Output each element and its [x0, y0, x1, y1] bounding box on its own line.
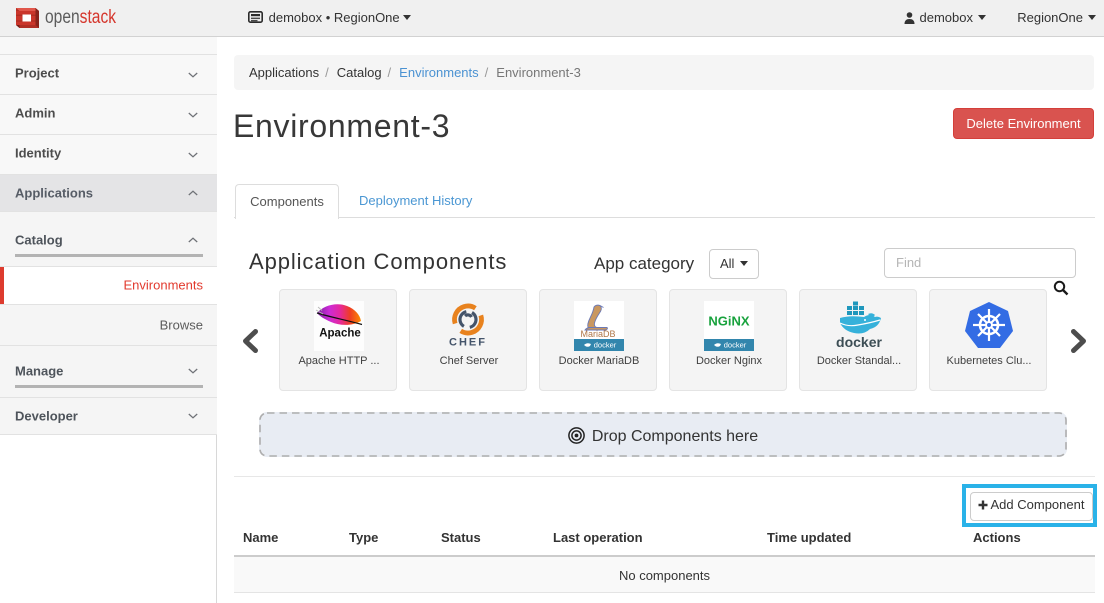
- svg-text:Apache: Apache: [319, 328, 361, 340]
- svg-text:CHEF: CHEF: [449, 337, 487, 349]
- svg-text:NGiNX: NGiNX: [708, 314, 750, 329]
- svg-text:docker: docker: [836, 334, 882, 350]
- svg-text:docker: docker: [724, 341, 747, 350]
- svg-text:MariaDB: MariaDB: [580, 329, 615, 339]
- svg-text:docker: docker: [594, 341, 617, 350]
